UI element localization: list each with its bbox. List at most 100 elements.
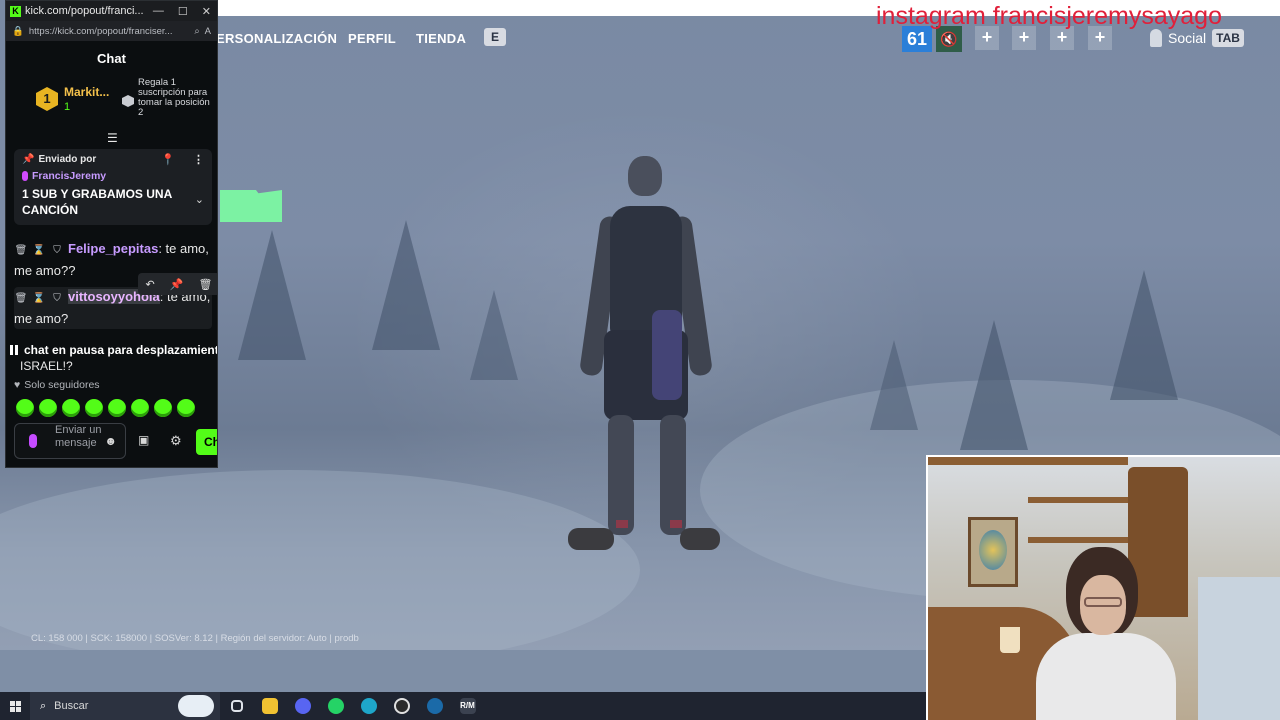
gift-prompt[interactable]: Regala 1 suscripción para tomar la posic… — [138, 78, 216, 118]
steam-icon[interactable] — [418, 692, 451, 720]
gear-icon[interactable]: ⚙ — [170, 433, 182, 449]
streamer-shirt — [1036, 633, 1176, 720]
pinned-text: 1 SUB Y GRABAMOS UNA CANCIÓN — [22, 187, 172, 217]
webcam-overlay — [926, 455, 1280, 720]
cup — [1000, 627, 1020, 653]
kick-logo-icon: K — [10, 5, 21, 17]
send-button[interactable]: Ch — [196, 429, 217, 455]
chat-header: Chat — [97, 51, 126, 66]
emote-icon[interactable] — [39, 399, 57, 417]
player-character — [568, 150, 720, 560]
leader-name[interactable]: Markit... — [64, 85, 109, 99]
rm-icon[interactable]: R/M — [451, 692, 484, 720]
obs-icon[interactable] — [385, 692, 418, 720]
green-decal — [220, 190, 282, 222]
more-options-icon[interactable]: ⋮ — [193, 153, 204, 166]
pin-message-icon[interactable]: 📌 — [170, 278, 184, 291]
chat-popout-window: K kick.com/popout/franci... — ☐ ✕ 🔒 http… — [5, 0, 218, 468]
mic-badge-icon — [22, 171, 28, 181]
start-button[interactable] — [0, 692, 30, 720]
pinned-message: 📌 Enviado por 📍 ⋮ FrancisJeremy 1 SUB Y … — [14, 149, 212, 225]
pine-tree — [238, 230, 306, 360]
reader-mode-icon[interactable]: A — [205, 26, 211, 37]
chevron-down-icon[interactable]: ⌄ — [195, 193, 204, 206]
bed — [1198, 577, 1280, 720]
pinned-author[interactable]: FrancisJeremy — [32, 170, 106, 182]
shield-icon[interactable]: ⛉ — [50, 241, 64, 261]
lock-icon: 🔒 — [12, 25, 24, 37]
instagram-watermark: instagram francisjeremysayago — [876, 2, 1222, 30]
discord-icon[interactable] — [286, 692, 319, 720]
window-title: kick.com/popout/franci... — [25, 5, 144, 17]
collapse-icon[interactable]: ☰ — [107, 131, 118, 145]
file-explorer-icon[interactable] — [253, 692, 286, 720]
followers-only-label: Solo seguidores — [24, 379, 100, 391]
emote-bar — [16, 399, 195, 417]
social-label: Social — [1168, 30, 1207, 46]
pinned-label: Enviado por — [38, 154, 97, 165]
timeout-icon[interactable]: ⌛ — [32, 289, 46, 309]
pause-icon — [10, 345, 18, 355]
gift-leaderboard: 1 Markit... 1 Regala 1 suscripción para … — [6, 77, 217, 133]
unpin-icon[interactable]: 📍 — [161, 153, 175, 166]
address-bar[interactable]: 🔒 https://kick.com/popout/franciser... ⌕… — [6, 21, 217, 41]
nav-customization[interactable]: ERSONALIZACIÓN — [216, 31, 337, 46]
chat-message-partial: ISRAEL!? — [20, 359, 73, 373]
pine-tree — [960, 320, 1028, 450]
pine-tree — [372, 220, 440, 350]
leader-count: 1 — [64, 101, 71, 113]
windows-logo-icon — [9, 700, 21, 712]
close-button[interactable]: ✕ — [202, 5, 211, 18]
emote-icon[interactable] — [154, 399, 172, 417]
taskbar-search[interactable]: ⌕ Buscar — [30, 692, 220, 720]
reply-icon[interactable]: ↶ — [146, 278, 155, 291]
wall-art — [968, 517, 1018, 587]
emote-icon[interactable] — [131, 399, 149, 417]
delete-icon[interactable]: 🗑 — [199, 278, 213, 291]
paused-text: chat en pausa para desplazamiento — [24, 343, 218, 357]
trash-icon[interactable]: 🗑 — [14, 289, 28, 309]
rank-badge: 1 — [36, 87, 58, 111]
shield-icon[interactable]: ⛉ — [50, 289, 64, 309]
pine-tree — [470, 290, 518, 380]
windows-taskbar: ⌕ Buscar R/M — [0, 692, 926, 720]
maximize-button[interactable]: ☐ — [178, 5, 188, 18]
glasses — [1084, 597, 1122, 607]
zoom-icon[interactable]: ⌕ — [194, 26, 199, 37]
emote-icon[interactable] — [108, 399, 126, 417]
store-icon[interactable]: ▣ — [138, 433, 149, 447]
message-actions: ↶ 📌 🗑 — [138, 273, 217, 295]
message-input[interactable]: Enviar un mensaje ☻ — [14, 423, 126, 459]
chat-paused-banner[interactable]: chat en pausa para desplazamiento — [6, 339, 218, 361]
whatsapp-icon[interactable] — [319, 692, 352, 720]
timeout-icon[interactable]: ⌛ — [32, 241, 46, 261]
debug-info: CL: 158 000 | SCK: 158000 | SOSVer: 8.12… — [31, 633, 359, 644]
heart-icon: ♥ — [14, 379, 21, 391]
trash-icon[interactable]: 🗑 — [14, 241, 28, 261]
task-view-icon[interactable] — [220, 692, 253, 720]
followers-only-notice: ♥ Solo seguidores — [14, 379, 100, 391]
search-placeholder: Buscar — [54, 700, 89, 712]
search-icon: ⌕ — [40, 699, 47, 712]
nav-profile[interactable]: PERFIL — [348, 31, 396, 46]
minimize-button[interactable]: — — [153, 5, 164, 18]
pine-tree — [870, 340, 918, 430]
mic-icon — [29, 434, 37, 448]
edge-icon[interactable] — [352, 692, 385, 720]
window-titlebar: K kick.com/popout/franci... — ☐ ✕ — [6, 1, 217, 21]
bottom-band — [0, 650, 926, 692]
emote-icon[interactable] — [177, 399, 195, 417]
emoji-picker-icon[interactable]: ☻ — [104, 434, 117, 448]
emote-icon[interactable] — [85, 399, 103, 417]
nav-store[interactable]: TIENDA — [416, 31, 466, 46]
key-hint-e: E — [484, 28, 506, 46]
search-highlight-image — [178, 695, 214, 717]
chat-username[interactable]: Felipe_pepitas — [68, 241, 158, 256]
url-text[interactable]: https://kick.com/popout/franciser... — [29, 26, 189, 37]
gift-icon — [122, 95, 134, 107]
pine-tree — [1110, 270, 1178, 400]
input-placeholder: Enviar un mensaje — [55, 424, 102, 449]
emote-icon[interactable] — [62, 399, 80, 417]
emote-icon[interactable] — [16, 399, 34, 417]
pin-icon: 📌 — [22, 154, 35, 165]
